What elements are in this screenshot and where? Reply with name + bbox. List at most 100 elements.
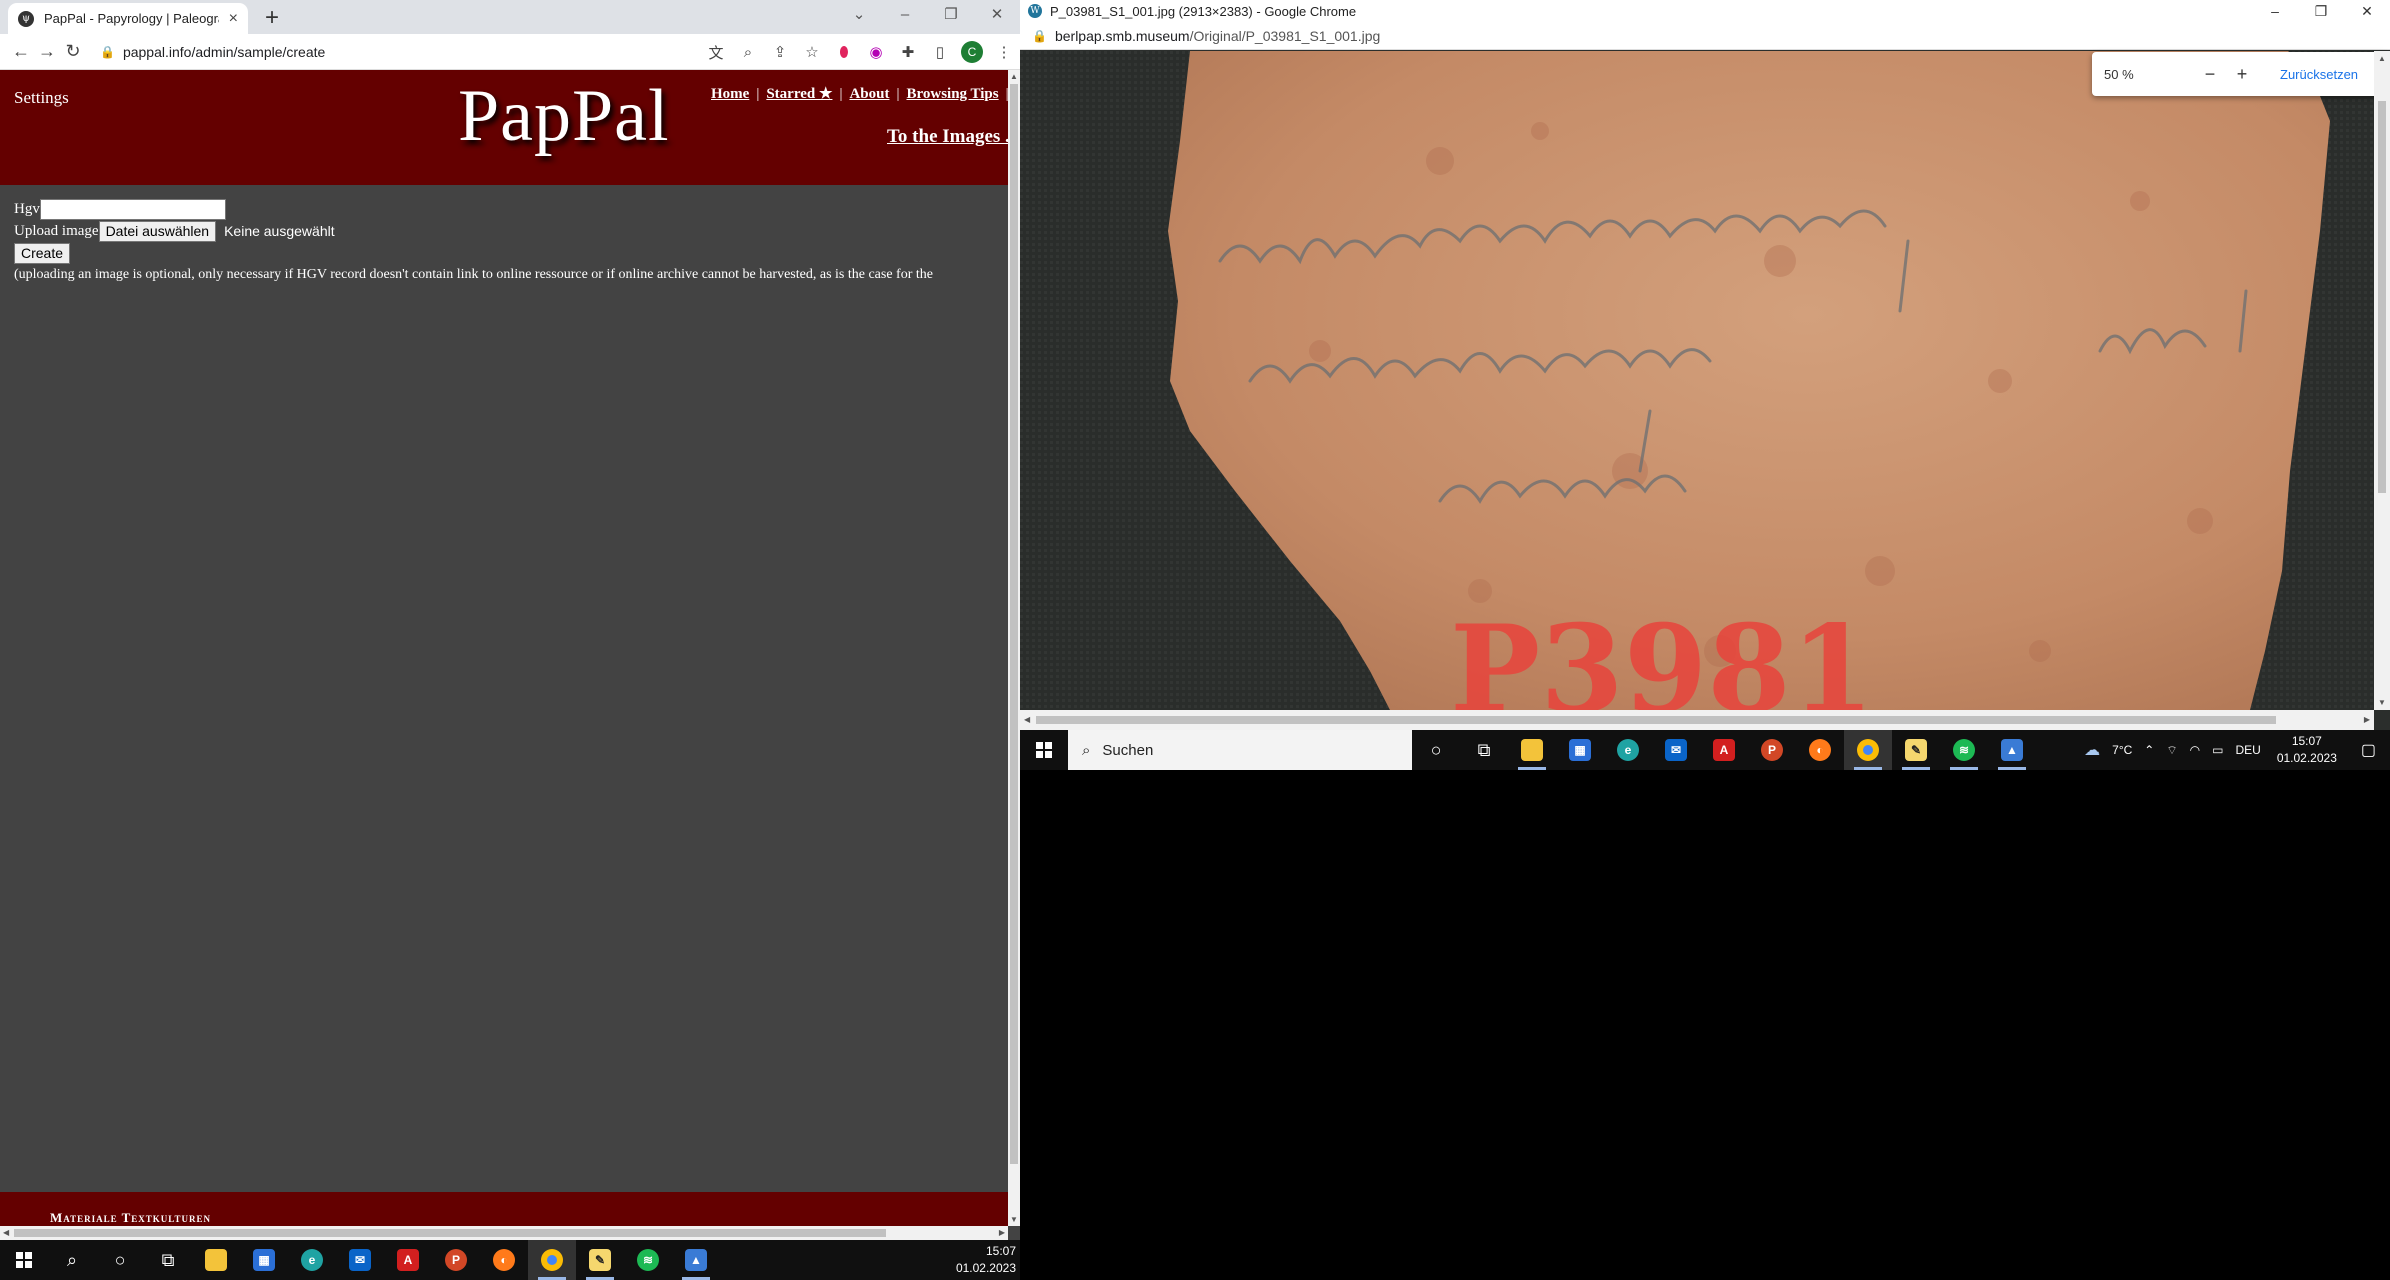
- image-viewport[interactable]: P3981: [1020, 51, 2374, 710]
- zoom-out-button[interactable]: −: [2194, 64, 2226, 85]
- extensions-puzzle-icon[interactable]: ✚: [892, 43, 924, 61]
- file-explorer-icon[interactable]: [192, 1240, 240, 1280]
- scroll-left-icon[interactable]: ◀: [1024, 715, 1030, 724]
- right-address-bar[interactable]: 🔒 berlpap.smb.museum/Original/P_03981_S1…: [1020, 22, 2390, 50]
- spotify-icon[interactable]: ≋: [624, 1240, 672, 1280]
- search-icon[interactable]: ⌕: [48, 1240, 96, 1280]
- hgv-input[interactable]: [39, 198, 226, 220]
- weather-temp[interactable]: 7°C: [2106, 743, 2138, 757]
- image-horizontal-thumb[interactable]: [1036, 716, 2276, 724]
- taskbar-clock-left[interactable]: 15:07 01.02.2023: [956, 1243, 1016, 1277]
- new-tab-icon[interactable]: +: [258, 4, 286, 32]
- tray-chevron-up-icon[interactable]: ⌃: [2138, 743, 2160, 757]
- menu-kebab-icon[interactable]: ⋮: [988, 43, 1020, 61]
- star-bookmark-icon[interactable]: ☆: [796, 43, 828, 61]
- edge-icon[interactable]: e: [1604, 730, 1652, 770]
- close-window-icon[interactable]: ✕: [974, 0, 1020, 30]
- chrome-icon[interactable]: [1844, 730, 1892, 770]
- page-horizontal-scrollbar[interactable]: ◀ ▶: [0, 1226, 1008, 1240]
- translate-icon[interactable]: 文: [700, 42, 732, 63]
- photos-icon[interactable]: ▲: [672, 1240, 720, 1280]
- forward-icon[interactable]: →: [34, 41, 60, 62]
- battery-icon[interactable]: ▭: [2206, 743, 2229, 757]
- image-vertical-scrollbar[interactable]: ▲ ▼: [2374, 51, 2390, 710]
- create-button[interactable]: Create: [14, 242, 71, 264]
- ostracon-image[interactable]: P3981: [1020, 51, 2374, 710]
- word-icon[interactable]: ✎: [1892, 730, 1940, 770]
- wifi-icon[interactable]: ◠: [2184, 743, 2206, 757]
- extension-purple-icon[interactable]: ◉: [860, 43, 892, 61]
- notification-icon[interactable]: ▢: [2347, 740, 2390, 760]
- nav-about[interactable]: About: [849, 86, 889, 102]
- site-logo[interactable]: PapPal: [458, 74, 670, 159]
- back-icon[interactable]: ←: [8, 41, 34, 62]
- image-horizontal-scrollbar[interactable]: ◀ ▶: [1020, 710, 2374, 730]
- horizontal-scroll-thumb[interactable]: [14, 1229, 886, 1237]
- scroll-up-icon[interactable]: ▲: [2378, 54, 2386, 63]
- zoom-in-button[interactable]: +: [2226, 64, 2258, 85]
- close-window-icon[interactable]: ✕: [2344, 0, 2390, 22]
- windows-start-icon[interactable]: [0, 1240, 48, 1280]
- network-icon[interactable]: ⌔: [2160, 743, 2183, 758]
- tab-search-icon[interactable]: ⌄: [836, 0, 882, 30]
- windows-start-icon[interactable]: [1020, 730, 1068, 770]
- store-icon[interactable]: ▦: [240, 1240, 288, 1280]
- image-vertical-thumb[interactable]: [2378, 101, 2386, 493]
- chrome-icon[interactable]: [528, 1240, 576, 1280]
- powerpoint-icon[interactable]: P: [432, 1240, 480, 1280]
- reload-icon[interactable]: ↻: [60, 41, 86, 62]
- choose-file-button[interactable]: Datei auswählen: [98, 220, 217, 242]
- firefox-icon[interactable]: ◐: [1796, 730, 1844, 770]
- powerpoint-icon[interactable]: P: [1748, 730, 1796, 770]
- spotify-icon[interactable]: ≋: [1940, 730, 1988, 770]
- page-vertical-scrollbar[interactable]: ▲ ▼: [1008, 70, 1020, 1226]
- mail-icon[interactable]: ✉: [1652, 730, 1700, 770]
- zoom-reset-button[interactable]: Zurücksetzen: [2280, 67, 2358, 82]
- tab-close-icon[interactable]: ×: [229, 10, 238, 28]
- word-icon[interactable]: ✎: [576, 1240, 624, 1280]
- share-icon[interactable]: ⇪: [764, 43, 796, 61]
- site-header: Settings PapPal Home | Starred ★ | About | Bro…: [0, 70, 1008, 185]
- language-indicator[interactable]: DEU: [2229, 743, 2266, 757]
- scroll-down-icon[interactable]: ▼: [1010, 1215, 1018, 1224]
- restore-icon[interactable]: ❐: [928, 0, 974, 30]
- acrobat-icon[interactable]: A: [1700, 730, 1748, 770]
- photos-icon[interactable]: ▲: [1988, 730, 2036, 770]
- cortana-icon[interactable]: ○: [1412, 730, 1460, 770]
- weather-cloud-icon[interactable]: ☁: [2078, 740, 2106, 760]
- profile-avatar[interactable]: C: [961, 41, 983, 63]
- minimize-icon[interactable]: –: [882, 0, 928, 30]
- cortana-icon[interactable]: ○: [96, 1240, 144, 1280]
- task-view-icon[interactable]: ⧉: [144, 1240, 192, 1280]
- extension-red-icon[interactable]: ⬮: [828, 44, 860, 61]
- taskbar-search-box[interactable]: ⌕ Suchen: [1068, 730, 1412, 770]
- vertical-scroll-thumb[interactable]: [1010, 84, 1018, 1164]
- acrobat-icon[interactable]: A: [384, 1240, 432, 1280]
- nav-home[interactable]: Home: [711, 86, 749, 102]
- address-bar[interactable]: 🔒 pappal.info/admin/sample/create: [100, 44, 325, 60]
- task-view-icon[interactable]: ⧉: [1460, 730, 1508, 770]
- store-icon[interactable]: ▦: [1556, 730, 1604, 770]
- mail-icon[interactable]: ✉: [336, 1240, 384, 1280]
- tab-pappal[interactable]: ψ PapPal - Papyrology | Paleograph ×: [8, 3, 248, 34]
- restore-icon[interactable]: ❐: [2298, 0, 2344, 22]
- zoom-icon[interactable]: ⌕: [732, 44, 764, 61]
- to-the-images-link[interactable]: To the Images ...: [887, 126, 1008, 148]
- settings-link[interactable]: Settings: [14, 88, 69, 108]
- minimize-icon[interactable]: –: [2252, 0, 2298, 22]
- nav-browsing-tips[interactable]: Browsing Tips: [906, 86, 998, 102]
- right-address-url[interactable]: berlpap.smb.museum/Original/P_03981_S1_0…: [1055, 28, 1380, 44]
- scroll-right-icon[interactable]: ▶: [999, 1228, 1005, 1237]
- scroll-right-icon[interactable]: ▶: [2364, 715, 2370, 724]
- side-panel-icon[interactable]: ▯: [924, 43, 956, 61]
- address-url[interactable]: pappal.info/admin/sample/create: [123, 44, 325, 60]
- taskbar-clock-right[interactable]: 15:07 01.02.2023: [2267, 733, 2347, 767]
- scroll-left-icon[interactable]: ◀: [3, 1228, 9, 1237]
- top-navigation: Home|Starred ★|About|Browsing Tips|G: [711, 86, 1008, 102]
- scroll-up-icon[interactable]: ▲: [1010, 72, 1018, 81]
- scroll-down-icon[interactable]: ▼: [2378, 698, 2386, 707]
- edge-icon[interactable]: e: [288, 1240, 336, 1280]
- firefox-icon[interactable]: ◐: [480, 1240, 528, 1280]
- file-explorer-icon[interactable]: [1508, 730, 1556, 770]
- nav-starred[interactable]: Starred ★: [766, 86, 832, 102]
